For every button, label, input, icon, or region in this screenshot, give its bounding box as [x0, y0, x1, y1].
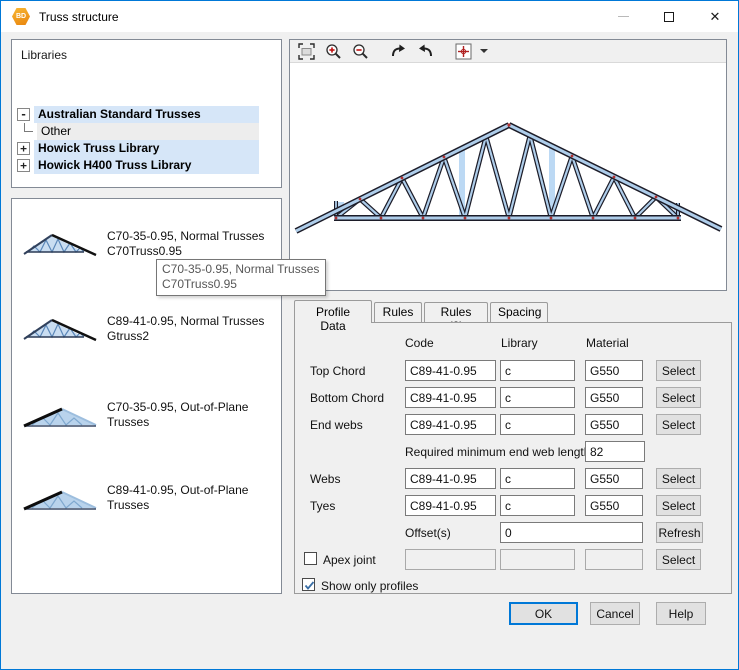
offsets-label: Offset(s) [405, 526, 451, 540]
offsets-field[interactable] [500, 522, 643, 543]
end-webs-select-button[interactable]: Select [656, 414, 701, 435]
bottom-chord-library-field[interactable] [500, 387, 575, 408]
tree-item-label: Howick Truss Library [34, 140, 259, 157]
out-of-plane-truss-thumbnail [22, 482, 100, 514]
close-icon: ✕ [710, 10, 721, 23]
apex-library-field[interactable] [500, 549, 575, 570]
maximize-button[interactable] [646, 1, 692, 32]
min-end-web-length-label: Required minimum end web length [405, 445, 590, 459]
normal-truss-thumbnail [22, 313, 100, 345]
webs-library-field[interactable] [500, 468, 575, 489]
top-chord-code-field[interactable] [405, 360, 496, 381]
tyes-material-field[interactable] [585, 495, 643, 516]
tree-item-australian-standard-trusses[interactable]: - Australian Standard Trusses [16, 106, 259, 123]
expand-expander-icon[interactable]: + [17, 159, 30, 172]
window-title: Truss structure [39, 10, 119, 24]
rotate-cw-icon[interactable] [387, 41, 409, 61]
tyes-select-button[interactable]: Select [656, 495, 701, 516]
column-header-library: Library [501, 336, 538, 350]
pan-icon[interactable] [452, 41, 474, 61]
show-only-profiles-checkbox[interactable] [302, 578, 315, 591]
refresh-button[interactable]: Refresh [656, 522, 703, 543]
bottom-chord-material-field[interactable] [585, 387, 643, 408]
help-button[interactable]: Help [656, 602, 706, 625]
webs-code-field[interactable] [405, 468, 496, 489]
out-of-plane-truss-thumbnail [22, 399, 100, 431]
tree-item-other[interactable]: Other [16, 123, 259, 140]
list-item-label: C70-35-0.95, Normal TrussesC70Truss0.95 [107, 229, 264, 259]
app-logo-icon: BD [12, 8, 30, 26]
tree-item-label: Other [37, 123, 259, 140]
row-label-top-chord: Top Chord [310, 364, 365, 378]
zoom-window-icon[interactable] [295, 41, 317, 61]
tab-spacing[interactable]: Spacing [490, 302, 548, 322]
end-webs-material-field[interactable] [585, 414, 643, 435]
webs-material-field[interactable] [585, 468, 643, 489]
top-chord-select-button[interactable]: Select [656, 360, 701, 381]
collapse-expander-icon[interactable]: - [17, 108, 30, 121]
tree-item-howick-h400-truss-library[interactable]: + Howick H400 Truss Library [16, 157, 259, 174]
truss-preview-canvas[interactable] [290, 63, 726, 290]
dropdown-caret-icon[interactable] [479, 41, 491, 61]
zoom-in-icon[interactable] [322, 41, 344, 61]
row-label-tyes: Tyes [310, 499, 335, 513]
truss-list-panel: C70-35-0.95, Normal TrussesC70Truss0.95 … [11, 198, 282, 594]
end-webs-library-field[interactable] [500, 414, 575, 435]
list-item-tooltip: C70-35-0.95, Normal TrussesC70Truss0.95 [156, 259, 326, 296]
libraries-tree-panel: Libraries - Australian Standard Trusses … [11, 39, 282, 188]
column-header-code: Code [405, 336, 434, 350]
webs-select-button[interactable]: Select [656, 468, 701, 489]
tyes-code-field[interactable] [405, 495, 496, 516]
truss-structure-dialog: BD Truss structure ✕ Libraries - Austral… [0, 0, 739, 670]
list-item-label: C89-41-0.95, Normal TrussesGtruss2 [107, 314, 264, 344]
tab-rules[interactable]: Rules [374, 302, 422, 322]
list-item-label: C89-41-0.95, Out-of-PlaneTrusses [107, 483, 248, 513]
tab-profile-data[interactable]: Profile Data [294, 300, 372, 323]
bottom-chord-code-field[interactable] [405, 387, 496, 408]
tree-item-label: Australian Standard Trusses [34, 106, 259, 123]
tab-rules-2[interactable]: Rules (2) [424, 302, 488, 322]
top-chord-library-field[interactable] [500, 360, 575, 381]
expand-expander-icon[interactable]: + [17, 142, 30, 155]
maximize-icon [664, 12, 674, 22]
bottom-chord-select-button[interactable]: Select [656, 387, 701, 408]
truss-preview-panel [289, 39, 727, 291]
tree-item-label: Howick H400 Truss Library [34, 157, 259, 174]
zoom-out-icon[interactable] [349, 41, 371, 61]
min-end-web-length-field[interactable] [585, 441, 645, 462]
apex-code-field[interactable] [405, 549, 496, 570]
minimize-icon [618, 16, 629, 17]
list-item[interactable]: C89-41-0.95, Normal TrussesGtruss2 [22, 298, 273, 360]
list-item[interactable]: C70-35-0.95, Out-of-PlaneTrusses [22, 384, 273, 446]
tree-item-howick-truss-library[interactable]: + Howick Truss Library [16, 140, 259, 157]
column-header-material: Material [586, 336, 629, 350]
titlebar: BD Truss structure ✕ [1, 1, 738, 32]
apex-select-button[interactable]: Select [656, 549, 701, 570]
libraries-header: Libraries [21, 48, 67, 62]
apex-material-field[interactable] [585, 549, 643, 570]
top-chord-material-field[interactable] [585, 360, 643, 381]
minimize-button[interactable] [600, 1, 646, 32]
cancel-button[interactable]: Cancel [590, 602, 640, 625]
tree-branch-connector [24, 123, 33, 132]
profile-data-tab-page: Code Library Material Top Chord Select B… [294, 322, 732, 594]
row-label-end-webs: End webs [310, 418, 363, 432]
apex-joint-checkbox[interactable] [304, 552, 317, 565]
apex-joint-label: Apex joint [323, 553, 376, 567]
end-webs-code-field[interactable] [405, 414, 496, 435]
normal-truss-thumbnail [22, 228, 100, 260]
tyes-library-field[interactable] [500, 495, 575, 516]
list-item-label: C70-35-0.95, Out-of-PlaneTrusses [107, 400, 248, 430]
ok-button[interactable]: OK [509, 602, 578, 625]
row-label-bottom-chord: Bottom Chord [310, 391, 384, 405]
truss-drawing [290, 63, 726, 291]
close-button[interactable]: ✕ [692, 1, 738, 32]
rotate-ccw-icon[interactable] [414, 41, 436, 61]
show-only-profiles-label: Show only profiles [321, 579, 418, 593]
list-item[interactable]: C89-41-0.95, Out-of-PlaneTrusses [22, 467, 273, 529]
preview-toolbar [290, 40, 726, 63]
row-label-webs: Webs [310, 472, 340, 486]
